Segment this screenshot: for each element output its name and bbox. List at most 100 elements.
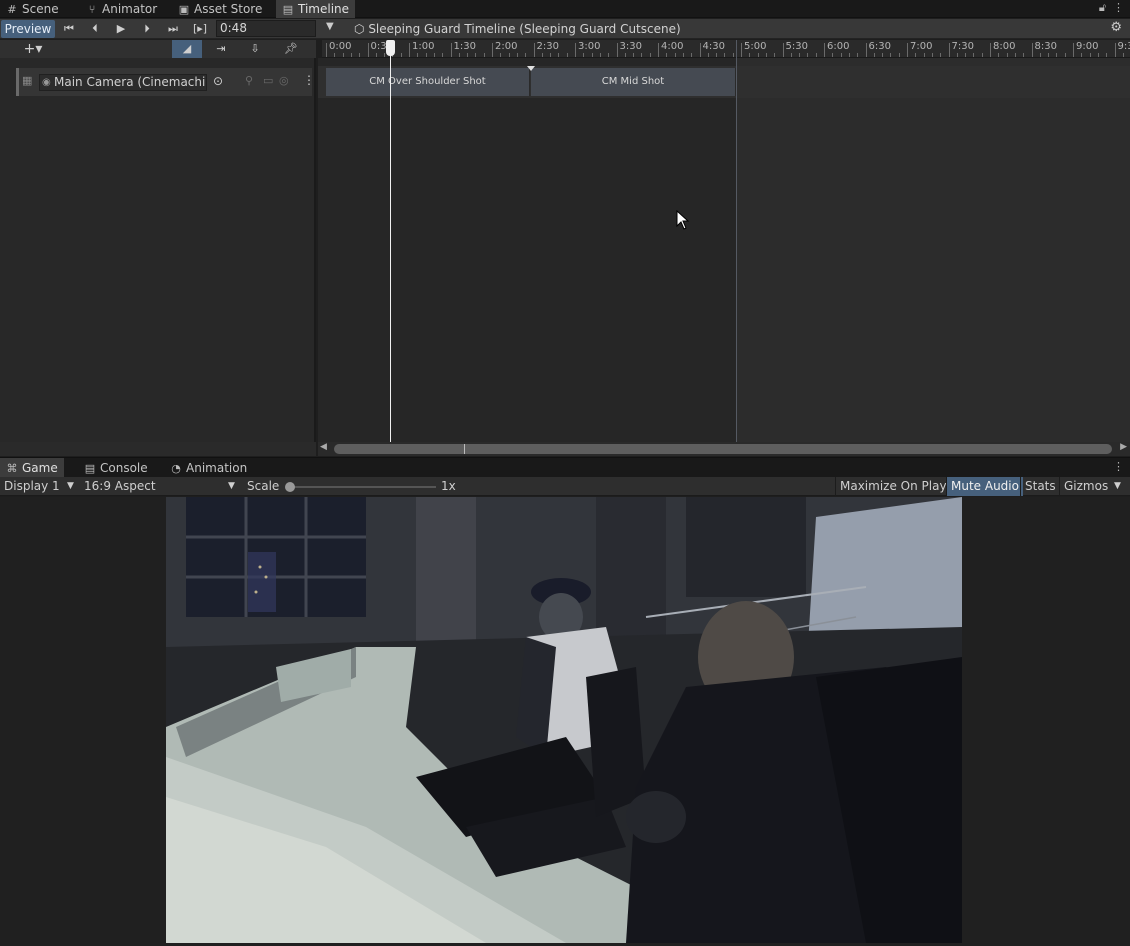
mix-mode-icon[interactable]: ⇥ <box>206 40 236 58</box>
current-time-field[interactable]: 0:48 <box>216 20 316 37</box>
tab-console[interactable]: ▤ Console <box>78 458 154 478</box>
ruler-minor-tick <box>707 53 709 57</box>
previous-frame-icon[interactable]: ⏴ <box>84 20 106 38</box>
ruler-major-tick <box>782 43 784 57</box>
ruler-minor-tick <box>873 53 875 57</box>
eye-icon[interactable]: ◎ <box>279 74 289 87</box>
gear-icon[interactable]: ⚙ <box>1110 20 1122 35</box>
ruler-minor-tick <box>799 53 801 57</box>
clock-icon: ◔ <box>171 462 181 475</box>
track-binding-field[interactable]: ◉ Main Camera (Cinemachine <box>39 74 207 91</box>
ruler-minor-tick <box>350 53 352 57</box>
chevron-down-icon[interactable]: ▼ <box>228 477 235 496</box>
ruler-major-tick <box>1031 43 1033 57</box>
mute-audio-toggle[interactable]: Mute Audio <box>946 477 1023 496</box>
preview-button[interactable]: Preview <box>1 20 55 38</box>
scale-slider-knob[interactable] <box>285 482 295 492</box>
add-track-icon[interactable]: +▾ <box>18 40 48 58</box>
blend-marker <box>527 66 535 71</box>
clip-over-shoulder[interactable]: CM Over Shoulder Shot <box>326 68 530 96</box>
tab-timeline[interactable]: ▤ Timeline <box>276 0 356 18</box>
track-header[interactable]: ▦ ◉ Main Camera (Cinemachine ⊙ ⚲ ▭ ◎ ⋮ <box>16 68 315 96</box>
ruler-minor-tick <box>442 53 444 57</box>
stats-toggle[interactable]: Stats <box>1020 477 1060 496</box>
play-range-button[interactable]: [▸] <box>188 20 212 38</box>
ruler-minor-tick <box>674 53 676 57</box>
timeline-end-line <box>736 40 737 442</box>
ruler-minor-tick <box>716 53 718 57</box>
ruler-major-tick <box>533 43 535 57</box>
tab-animation[interactable]: ◔ Animation <box>164 458 253 478</box>
chevron-down-icon[interactable]: ▼ <box>326 21 334 32</box>
kebab-menu-icon[interactable]: ⋮ <box>1113 460 1124 473</box>
scroll-playhead-marker <box>464 444 465 454</box>
clip-mid-shot[interactable]: CM Mid Shot <box>531 68 736 96</box>
ruler-minor-tick <box>500 53 502 57</box>
scroll-left-icon[interactable]: ◀ <box>320 442 327 452</box>
ruler-major-tick <box>409 43 410 57</box>
chevron-down-icon[interactable]: ▼ <box>1114 477 1121 496</box>
horizontal-scrollbar[interactable]: ◀ ▶ <box>318 442 1130 456</box>
gamepad-icon: ⌘ <box>6 462 18 475</box>
ruler-minor-tick <box>1081 53 1083 57</box>
ruler-minor-tick <box>765 53 767 57</box>
ruler-minor-tick <box>483 53 485 57</box>
go-to-start-icon[interactable]: ⏮ <box>58 20 80 38</box>
display-dropdown[interactable]: Display 1 <box>4 477 60 496</box>
kebab-menu-icon[interactable]: ⋮ <box>1113 1 1124 14</box>
ruler-minor-tick <box>757 53 759 57</box>
time-ruler[interactable]: 0:00 0:30 1:00 1:30 2:00 2:30 3:00 3:30 4:00 4:30… <box>322 40 1130 58</box>
replace-mode-icon[interactable]: ⇩ <box>240 40 270 58</box>
ruler-minor-tick <box>566 53 568 57</box>
ruler-minor-tick <box>815 53 817 57</box>
ruler-minor-tick <box>1064 53 1066 57</box>
ripple-mode-icon[interactable]: ◢ <box>172 40 202 58</box>
ruler-minor-tick <box>956 53 958 57</box>
pin-icon[interactable]: 📌︎ <box>280 40 302 58</box>
ruler-label: 5:00 <box>744 41 767 52</box>
ruler-minor-tick <box>342 53 344 57</box>
object-picker-icon[interactable]: ⊙ <box>213 74 223 88</box>
track-menu-icon[interactable]: ⋮ <box>303 73 315 87</box>
scale-value: 1x <box>441 479 456 493</box>
go-to-end-icon[interactable]: ⏭ <box>162 20 184 38</box>
ruler-minor-tick <box>384 53 386 57</box>
ruler-minor-tick <box>998 53 1000 57</box>
track-type-icon: ▦ <box>22 74 33 87</box>
tab-game[interactable]: ⌘ Game <box>0 458 64 478</box>
ruler-label: 1:00 <box>412 41 435 52</box>
maximize-on-play-toggle[interactable]: Maximize On Play <box>835 477 951 496</box>
ruler-major-tick <box>907 43 908 57</box>
timeline-toolbar: Preview ⏮ ⏴ ▶ ⏵ ⏭ [▸] 0:48 ▼ ⬡ Sleeping … <box>0 19 1130 39</box>
ruler-major-tick <box>492 43 493 57</box>
next-frame-icon[interactable]: ⏵ <box>136 20 158 38</box>
ruler-minor-tick <box>558 53 560 57</box>
playhead-handle[interactable] <box>386 40 395 56</box>
tab-scene[interactable]: # Scene <box>0 0 65 18</box>
game-viewport[interactable] <box>166 497 962 943</box>
ruler-major-tick <box>1073 43 1074 57</box>
lock-track-icon[interactable]: ⚲ <box>245 74 253 87</box>
scale-slider-track[interactable] <box>290 486 436 488</box>
chevron-down-icon[interactable]: ▼ <box>67 477 74 496</box>
ruler-minor-tick <box>375 53 377 57</box>
ruler-major-tick <box>741 43 742 57</box>
play-icon[interactable]: ▶ <box>110 20 132 38</box>
scroll-right-icon[interactable]: ▶ <box>1120 442 1127 452</box>
tab-asset-store[interactable]: ▣ Asset Store <box>172 0 268 18</box>
gizmos-toggle[interactable]: Gizmos <box>1059 477 1112 496</box>
ruler-label: 9:00 <box>1076 41 1099 52</box>
ruler-minor-tick <box>591 53 593 57</box>
ruler-minor-tick <box>608 53 610 57</box>
ruler-label: 2:00 <box>495 41 518 52</box>
animator-icon: ⑂ <box>88 3 96 16</box>
lock-icon[interactable]: 🔓︎ <box>1099 1 1106 14</box>
bottom-tab-strip: ⌘ Game ▤ Console ◔ Animation ⋮ <box>0 457 1130 478</box>
ruler-minor-tick <box>790 53 792 57</box>
tab-animator[interactable]: ⑂ Animator <box>80 0 163 18</box>
scrollbar-thumb[interactable] <box>334 444 1112 454</box>
ruler-minor-tick <box>1048 53 1050 57</box>
aspect-dropdown[interactable]: 16:9 Aspect <box>84 477 156 496</box>
mute-track-icon[interactable]: ▭ <box>263 74 273 87</box>
ruler-major-tick <box>450 43 452 57</box>
